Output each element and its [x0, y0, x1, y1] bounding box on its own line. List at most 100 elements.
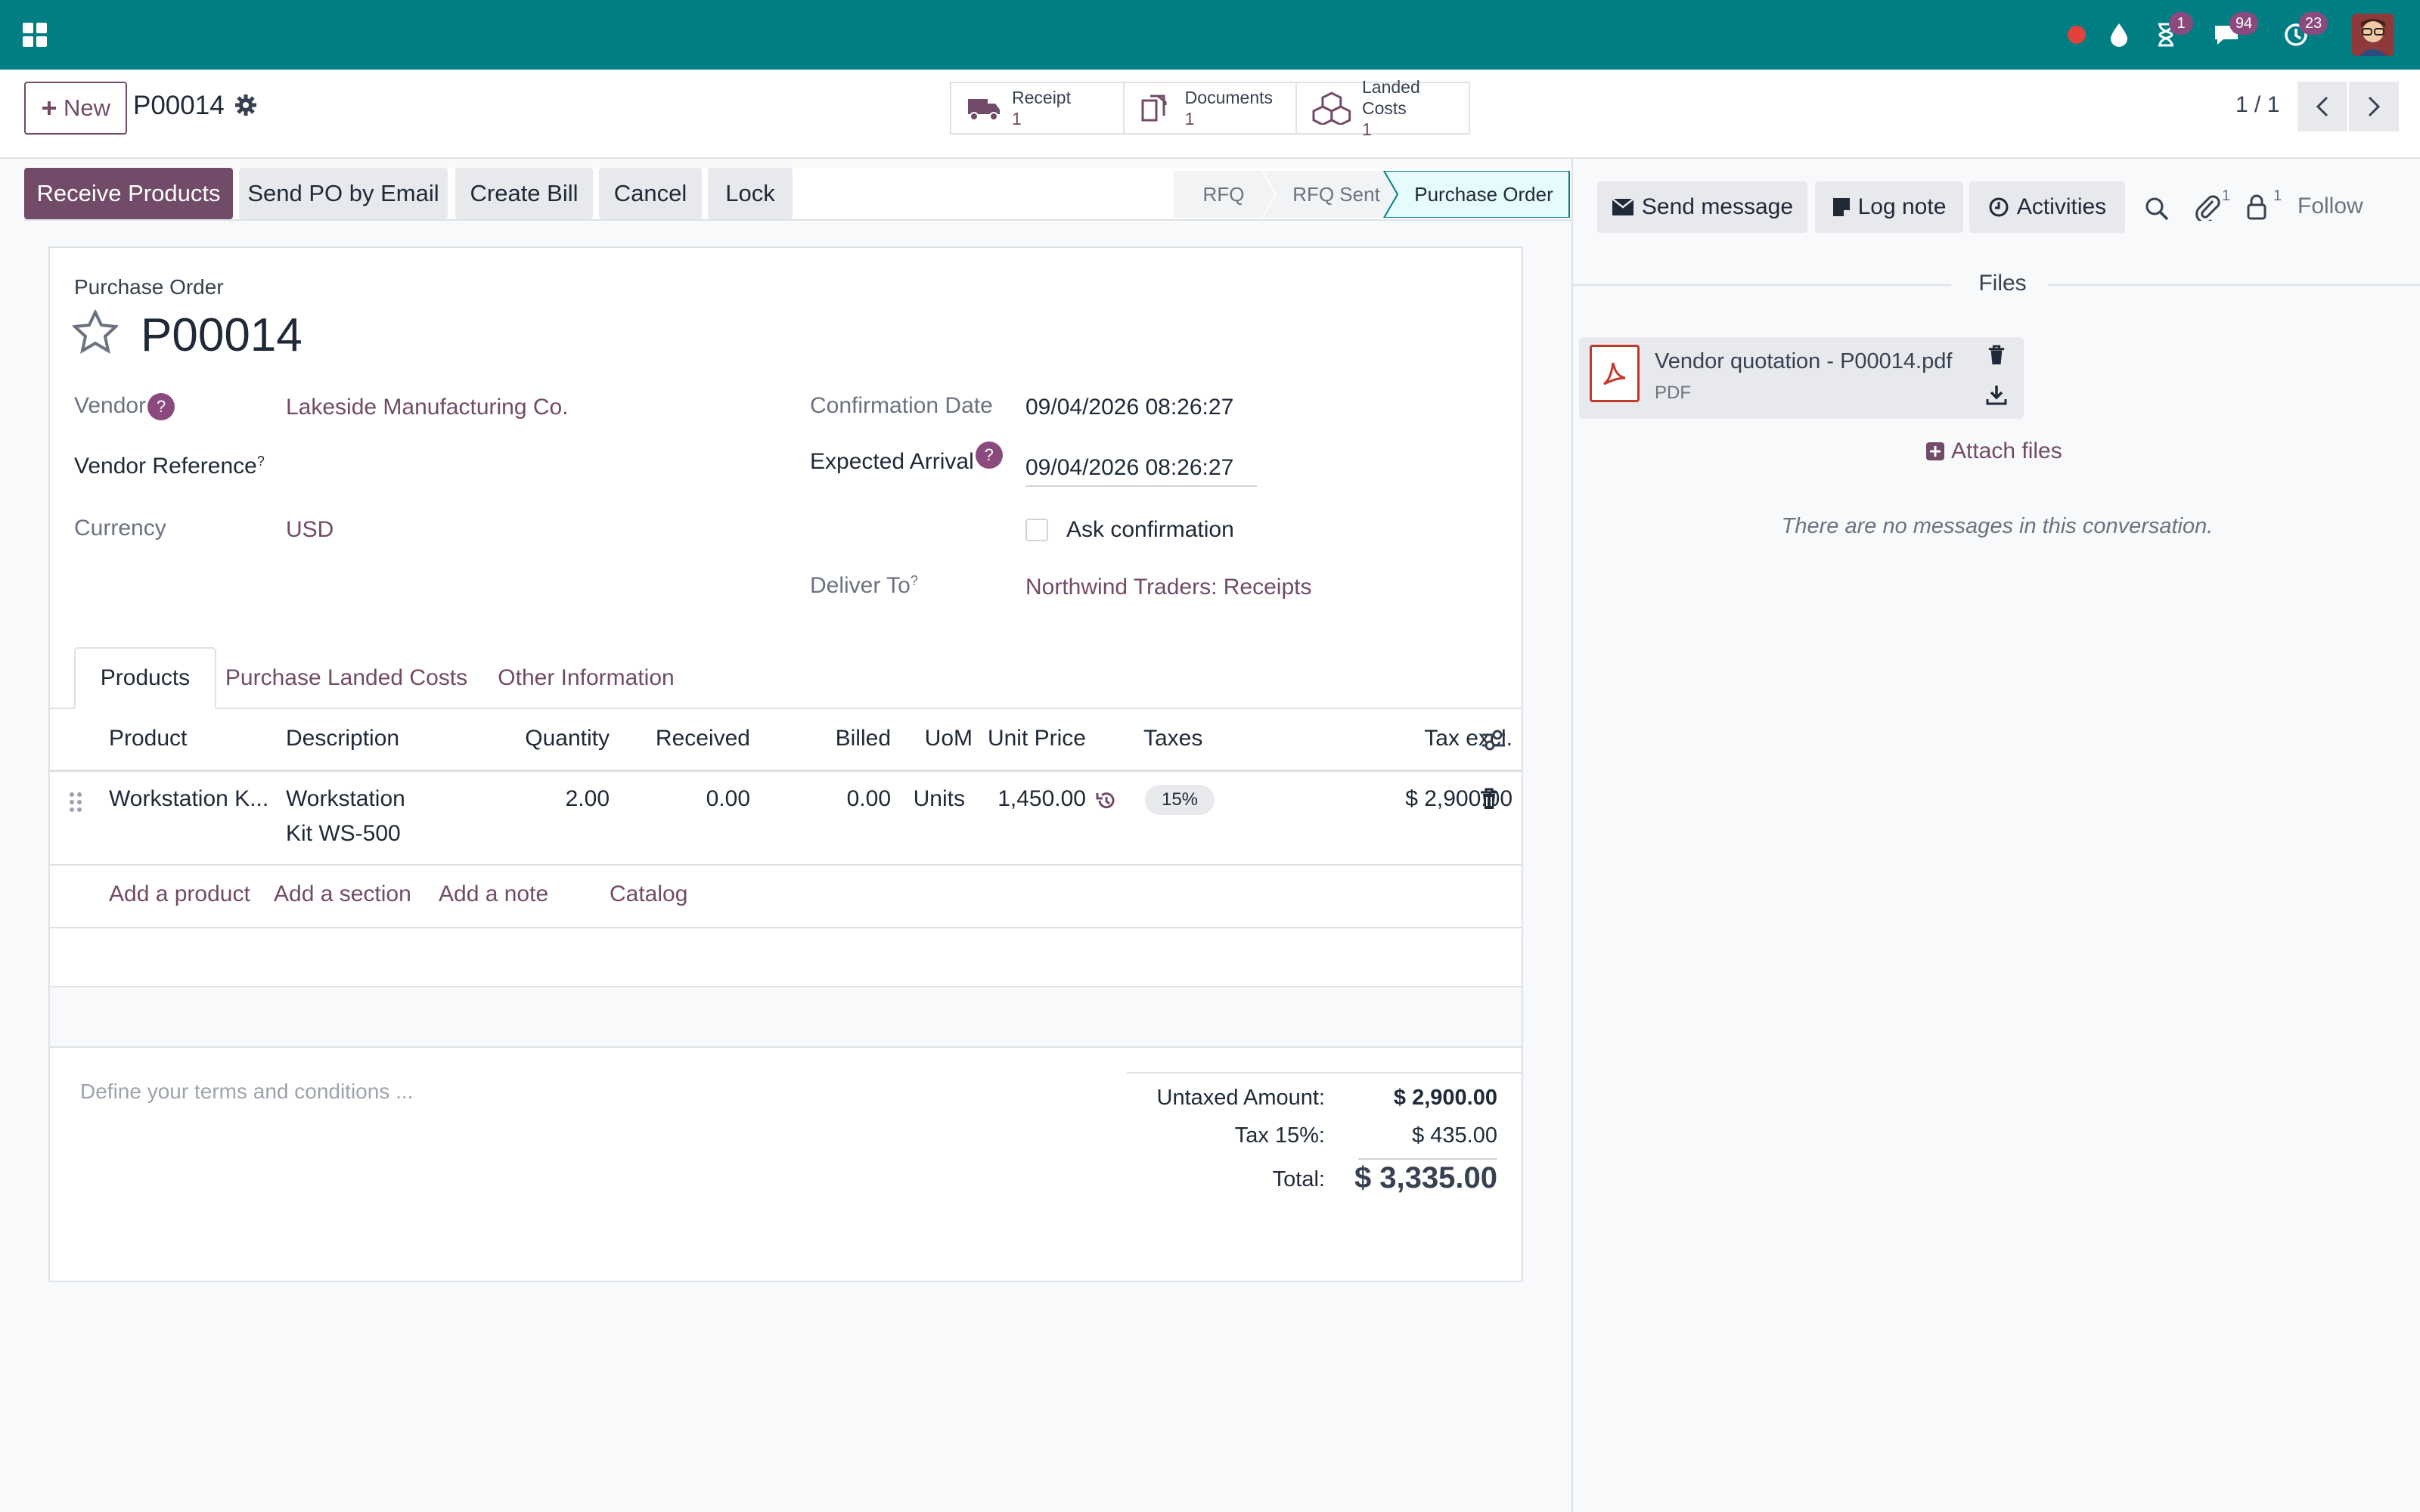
total-label: Total: [1272, 1167, 1325, 1191]
updates-clock-icon[interactable]: 23 [2278, 12, 2328, 53]
new-button[interactable]: New [24, 82, 127, 135]
add-section-link[interactable]: Add a section [274, 881, 411, 907]
delete-attachment-icon[interactable] [1987, 345, 2006, 366]
plus-square-icon [1926, 442, 1944, 460]
cell-uom[interactable]: Units [859, 786, 965, 812]
untaxed-amount-value: $ 2,900.00 [1393, 1086, 1497, 1110]
documents-smart-button[interactable]: Documents 1 [1124, 83, 1298, 133]
vendor-reference-field[interactable] [286, 446, 740, 484]
cell-quantity[interactable]: 2.00 [481, 786, 610, 812]
activities-label: Activities [2016, 194, 2107, 219]
app-menu-icon[interactable] [17, 17, 53, 53]
expected-arrival-help-icon[interactable]: ? [975, 442, 1003, 469]
pdf-file-icon [1590, 345, 1640, 402]
user-avatar[interactable] [2352, 14, 2394, 56]
column-header-received[interactable]: Received [610, 726, 750, 751]
vendor-reference-label: Vendor Reference? [74, 454, 265, 479]
row-divider [50, 864, 1522, 866]
stage-rfq-sent[interactable]: RFQ Sent [1276, 171, 1397, 218]
chatter-panel: Send message Log note Activities 1 1 Fol… [1571, 159, 2420, 1512]
vendor-field[interactable]: Lakeside Manufacturing Co. [286, 395, 569, 420]
column-header-taxes[interactable]: Taxes [1143, 726, 1202, 751]
cancel-button[interactable]: Cancel [599, 168, 702, 219]
pager-previous-button[interactable] [2297, 82, 2347, 132]
ask-confirmation-checkbox[interactable] [1025, 519, 1048, 541]
receipt-smart-button[interactable]: Receipt 1 [951, 83, 1125, 133]
add-note-link[interactable]: Add a note [439, 881, 548, 907]
attachments-count: 1 [2222, 187, 2231, 204]
receive-products-button[interactable]: Receive Products [24, 168, 233, 219]
cell-description-line2[interactable]: Kit WS-500 [286, 821, 401, 847]
column-header-description[interactable]: Description [286, 726, 399, 751]
expected-arrival-label-text: Expected Arrival [810, 449, 974, 474]
add-product-link[interactable]: Add a product [109, 881, 250, 907]
download-icon[interactable] [1986, 384, 2007, 405]
cell-product[interactable]: Workstation K... [109, 786, 268, 812]
water-drop-icon[interactable] [2101, 17, 2137, 53]
terms-conditions-field[interactable]: Define your terms and conditions ... [80, 1080, 413, 1104]
attach-files-button[interactable]: Attach files [1925, 438, 2062, 464]
control-panel: New P00014 Receipt 1 Documents 1 Landed Co… [0, 70, 2420, 159]
create-bill-button[interactable]: Create Bill [455, 168, 593, 219]
tax-label: Tax 15%: [1234, 1123, 1325, 1148]
deliver-to-label: Deliver To? [810, 573, 918, 598]
column-header-uom[interactable]: UoM [859, 726, 973, 751]
no-messages-text: There are no messages in this conversati… [1781, 514, 2214, 538]
clock-icon [1989, 197, 2009, 217]
star-icon[interactable] [73, 310, 118, 354]
messages-icon[interactable]: 94 [2208, 12, 2259, 53]
activities-badge: 1 [2169, 12, 2193, 35]
new-button-label: New [63, 94, 110, 121]
search-icon[interactable] [2145, 197, 2169, 221]
landed-costs-label: Landed Costs [1362, 77, 1420, 118]
messages-badge: 94 [2229, 12, 2259, 35]
send-message-button[interactable]: Send message [1597, 181, 1807, 233]
currency-label: Currency [74, 516, 166, 541]
price-history-icon[interactable] [1095, 789, 1118, 812]
stage-purchase-order[interactable]: Purchase Order [1397, 171, 1571, 218]
documents-icon [1141, 94, 1167, 122]
deliver-to-field[interactable]: Northwind Traders: Receipts [1025, 575, 1312, 600]
paperclip-icon[interactable] [2195, 194, 2220, 221]
table-footer [50, 987, 1522, 1046]
top-navbar: 1 94 23 [0, 0, 2420, 70]
attach-files-label: Attach files [1951, 438, 2062, 463]
column-header-quantity[interactable]: Quantity [481, 726, 610, 751]
record-icon[interactable] [2059, 17, 2095, 53]
follow-button[interactable]: Follow [2297, 194, 2363, 219]
log-note-button[interactable]: Log note [1815, 181, 1963, 233]
tab-purchase-landed-costs[interactable]: Purchase Landed Costs [216, 647, 476, 709]
tax-tag[interactable]: 15% [1145, 785, 1215, 815]
expected-arrival-field[interactable]: 09/04/2026 08:26:27 [1025, 455, 1257, 487]
followers-lock-icon[interactable] [2246, 194, 2267, 221]
catalog-link[interactable]: Catalog [610, 881, 687, 907]
lock-button[interactable]: Lock [708, 168, 793, 219]
pager-next-button[interactable] [2349, 82, 2399, 132]
cell-unit-price[interactable]: 1,450.00 [973, 786, 1086, 812]
confirmation-date-value: 09/04/2026 08:26:27 [1025, 395, 1234, 420]
vendor-help-icon[interactable]: ? [147, 393, 175, 420]
activities-button[interactable]: Activities [1969, 181, 2125, 233]
updates-badge: 23 [2299, 12, 2328, 35]
drag-handle-icon[interactable] [68, 791, 83, 813]
delete-line-icon[interactable] [1479, 788, 1499, 810]
files-divider-right [2048, 284, 2420, 286]
activities-hourglass-icon[interactable]: 1 [2148, 12, 2193, 53]
column-header-unit-price[interactable]: Unit Price [973, 726, 1086, 751]
optional-columns-icon[interactable] [1481, 727, 1506, 753]
tab-products[interactable]: Products [74, 647, 216, 709]
pager-value[interactable]: 1 / 1 [2235, 92, 2279, 118]
documents-label: Documents [1184, 88, 1273, 107]
tab-other-information[interactable]: Other Information [476, 647, 696, 709]
column-header-product[interactable]: Product [109, 726, 187, 751]
currency-field[interactable]: USD [286, 517, 334, 543]
landed-costs-smart-button[interactable]: Landed Costs 1 [1297, 77, 1469, 139]
attachment-name: Vendor quotation - P00014.pdf [1655, 349, 1953, 373]
cell-received[interactable]: 0.00 [610, 786, 750, 812]
attachment-card[interactable]: Vendor quotation - P00014.pdf PDF [1579, 337, 2024, 419]
cell-description-line1[interactable]: Workstation [286, 786, 405, 812]
send-po-email-button[interactable]: Send PO by Email [239, 168, 448, 219]
stage-rfq[interactable]: RFQ [1174, 171, 1274, 218]
table-divider-1 [50, 927, 1522, 928]
gear-icon[interactable] [234, 94, 257, 116]
